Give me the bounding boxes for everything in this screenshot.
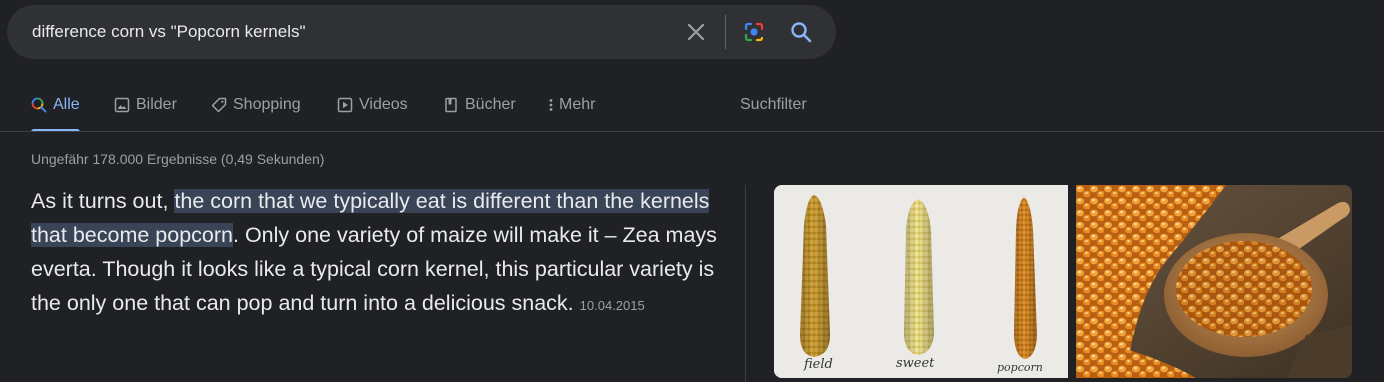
corn-label-popcorn: popcorn xyxy=(997,361,1043,374)
snippet-divider xyxy=(745,185,746,382)
tag-icon xyxy=(211,96,227,114)
tabs-divider xyxy=(0,131,1384,132)
search-icon xyxy=(31,96,47,114)
corn-label-field: field xyxy=(804,357,833,372)
search-divider xyxy=(725,15,726,49)
result-stats: Ungefähr 178.000 Ergebnisse (0,49 Sekund… xyxy=(31,151,325,167)
book-icon xyxy=(443,96,459,114)
tab-label: Shopping xyxy=(233,96,301,113)
featured-snippet-text: As it turns out, the corn that we typica… xyxy=(31,184,721,323)
tab-label: Videos xyxy=(359,96,408,113)
tab-mehr[interactable]: Mehr xyxy=(547,96,595,132)
tools-label: Suchfilter xyxy=(740,96,807,113)
tab-bilder[interactable]: Bilder xyxy=(114,96,177,132)
search-tools-button[interactable]: Suchfilter xyxy=(740,96,807,132)
lens-icon[interactable] xyxy=(742,20,766,44)
popcorn-kernels-image[interactable] xyxy=(1076,185,1352,378)
play-icon xyxy=(337,96,353,114)
search-tabs: Alle Bilder Shopping Videos Bücher Mehr … xyxy=(0,86,1384,132)
tab-label: Mehr xyxy=(559,96,596,113)
tab-label: Bücher xyxy=(465,96,516,113)
snippet-date: 10.04.2015 xyxy=(579,298,645,313)
more-vert-icon xyxy=(547,96,555,114)
tab-videos[interactable]: Videos xyxy=(337,96,408,132)
tab-label: Bilder xyxy=(136,96,177,113)
clear-icon[interactable] xyxy=(684,20,708,44)
search-input[interactable]: difference corn vs "Popcorn kernels" xyxy=(32,22,306,42)
corn-label-sweet: sweet xyxy=(896,356,935,371)
tab-label: Alle xyxy=(53,96,80,113)
tab-alle[interactable]: Alle xyxy=(31,96,80,132)
snippet-prefix: As it turns out, xyxy=(31,189,175,213)
image-icon xyxy=(114,96,130,114)
corn-comparison-image[interactable]: field sweet popcorn xyxy=(774,185,1068,378)
tab-buecher[interactable]: Bücher xyxy=(443,96,516,132)
search-bar[interactable]: difference corn vs "Popcorn kernels" xyxy=(7,5,836,59)
search-icon[interactable] xyxy=(789,20,813,44)
tab-shopping[interactable]: Shopping xyxy=(211,96,301,132)
